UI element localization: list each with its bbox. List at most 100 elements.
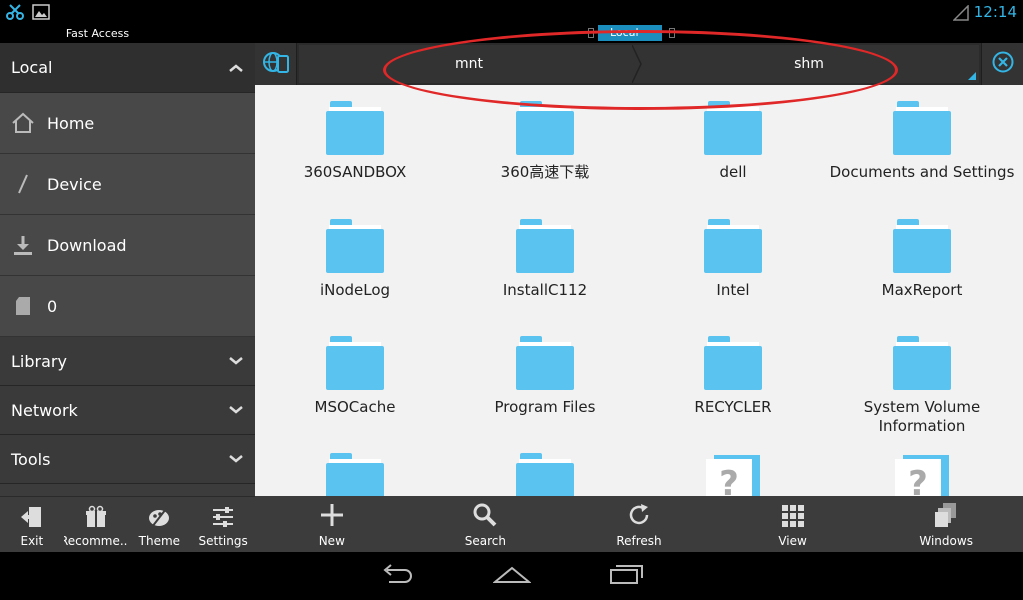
folder-icon [324, 217, 386, 275]
file-item[interactable]: InstallC112 [450, 203, 640, 300]
windows-icon [934, 502, 958, 534]
home-nav-icon[interactable] [491, 564, 532, 588]
file-item[interactable] [260, 437, 450, 496]
clock: 12:14 [973, 3, 1017, 21]
folder-icon [514, 451, 576, 496]
refresh-icon [626, 502, 652, 534]
sidebar-title: Fast Access [0, 25, 255, 43]
tab-indicator [669, 28, 675, 38]
image-icon [32, 3, 50, 25]
search-button[interactable]: Search [409, 496, 563, 552]
bottom-toolbar: New Search Refresh View Windows [255, 496, 1023, 552]
file-item[interactable]: Documents and Settings [827, 85, 1017, 182]
breadcrumb: mnt shm [299, 45, 979, 83]
file-name: dell [719, 163, 747, 181]
file-item[interactable] [450, 437, 640, 496]
breadcrumb-item-mnt[interactable]: mnt [299, 45, 639, 83]
sidebar-section-library[interactable]: Library [0, 337, 255, 386]
section-label: Network [11, 400, 78, 420]
file-item[interactable]: MSOCache [260, 320, 450, 417]
file-item[interactable]: Intel [638, 203, 828, 300]
file-name: MaxReport [881, 281, 963, 299]
exit-icon [19, 505, 45, 534]
file-item[interactable]: MaxReport [827, 203, 1017, 300]
new-button[interactable]: New [255, 496, 409, 552]
tab-local[interactable]: Local [598, 25, 662, 41]
folder-icon [514, 334, 576, 392]
globe-device-icon [262, 49, 290, 79]
file-item[interactable]: dell [638, 85, 828, 182]
folder-icon [324, 451, 386, 496]
search-icon [472, 502, 498, 534]
section-label: Local [11, 58, 53, 77]
windows-button[interactable]: Windows [869, 496, 1023, 552]
file-name: RECYCLER [694, 398, 772, 416]
back-icon[interactable] [379, 563, 415, 589]
path-bar: mnt shm [255, 43, 1023, 85]
breadcrumb-item-shm[interactable]: shm [639, 45, 979, 83]
file-name: 360SANDBOX [303, 163, 407, 181]
file-item[interactable]: iNodeLog [260, 203, 450, 300]
sidebar-item-sdcard[interactable]: 0 [0, 276, 255, 337]
slash-icon [10, 171, 36, 197]
recommend-button[interactable]: Recomme... [64, 497, 128, 552]
sidebar-item-label: 0 [47, 296, 58, 316]
status-bar: 12:14 [0, 0, 1023, 25]
sidebar-section-network[interactable]: Network [0, 386, 255, 435]
grid-icon [781, 504, 805, 534]
svg-text:?: ? [719, 464, 739, 496]
network-globe-button[interactable] [255, 43, 297, 85]
sidebar-item-device[interactable]: Device [0, 154, 255, 215]
file-item[interactable]: Program Files [450, 320, 640, 417]
file-item[interactable]: ? [827, 437, 1017, 496]
sidebar: Fast Access Local Home Device Download 0… [0, 25, 255, 552]
recent-apps-icon[interactable] [609, 563, 645, 589]
theme-button[interactable]: Theme [128, 497, 192, 552]
close-path-button[interactable] [981, 43, 1023, 85]
file-grid: 360SANDBOX 360高速下载 dell Documents and Setti… [255, 85, 1023, 496]
sidebar-section-local[interactable]: Local [0, 43, 255, 93]
folder-icon [891, 217, 953, 275]
chevron-down-icon [229, 451, 243, 467]
sd-card-icon [10, 293, 36, 319]
file-item[interactable]: RECYCLER [638, 320, 828, 417]
palette-icon [147, 505, 171, 534]
settings-button[interactable]: Settings [191, 497, 255, 552]
file-item[interactable]: System Volume Information [827, 320, 1017, 436]
file-item[interactable]: 360高速下载 [450, 85, 640, 182]
chevron-up-icon [229, 60, 243, 76]
folder-icon [702, 99, 764, 157]
folder-icon [891, 99, 953, 157]
signal-icon [952, 4, 969, 25]
folder-icon [702, 334, 764, 392]
folder-icon [514, 99, 576, 157]
view-button[interactable]: View [716, 496, 870, 552]
file-name: System Volume Information [863, 398, 981, 435]
exit-button[interactable]: Exit [0, 497, 64, 552]
download-icon [10, 232, 36, 258]
folder-icon [324, 99, 386, 157]
folder-icon [702, 217, 764, 275]
sidebar-item-label: Home [47, 113, 95, 133]
sidebar-item-home[interactable]: Home [0, 93, 255, 154]
sidebar-item-download[interactable]: Download [0, 215, 255, 276]
unknown-file-icon: ? [702, 451, 764, 496]
file-item[interactable]: 360SANDBOX [260, 85, 450, 182]
chevron-down-icon [229, 353, 243, 369]
file-name: InstallC112 [502, 281, 588, 299]
refresh-button[interactable]: Refresh [562, 496, 716, 552]
file-item[interactable]: ? [638, 437, 828, 496]
file-name: Documents and Settings [829, 163, 1015, 181]
file-name: iNodeLog [319, 281, 391, 299]
system-nav-bar [0, 552, 1023, 600]
file-name: 360高速下载 [500, 163, 590, 181]
file-name: Intel [716, 281, 750, 299]
folder-icon [891, 334, 953, 392]
chevron-down-icon [229, 402, 243, 418]
section-label: Tools [11, 449, 51, 469]
sidebar-section-tools[interactable]: Tools [0, 435, 255, 484]
sidebar-item-label: Device [47, 174, 102, 194]
plus-icon [319, 502, 345, 534]
close-circle-icon [991, 50, 1015, 78]
folder-icon [324, 334, 386, 392]
